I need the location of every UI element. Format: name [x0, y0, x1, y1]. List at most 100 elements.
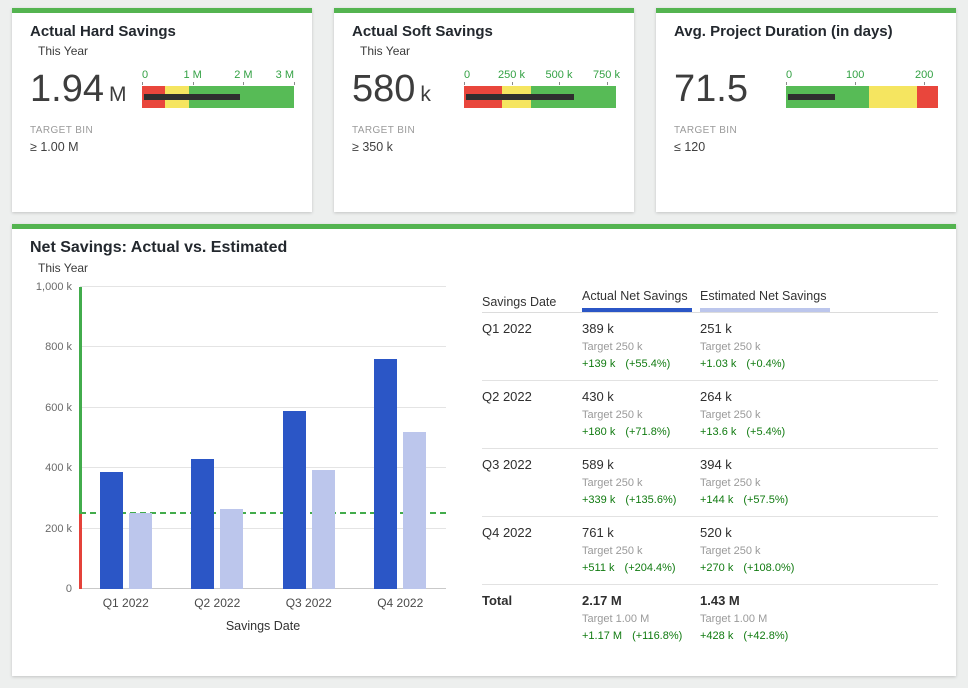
y-tick-label: 0	[66, 583, 72, 595]
bar-actual[interactable]	[100, 472, 123, 589]
change-delta: +270 k	[700, 562, 733, 575]
bar-group	[263, 287, 355, 589]
kpi-value-number: 71.5	[674, 68, 748, 110]
bullet-tick-label: 500 k	[546, 69, 573, 81]
row-date: Q1 2022	[482, 313, 582, 381]
bar-actual[interactable]	[283, 411, 306, 589]
net-savings-card: Net Savings: Actual vs. Estimated This Y…	[12, 224, 956, 676]
cell-target: Target 250 k	[700, 341, 930, 354]
target-bin-value: ≥ 1.00 M	[30, 140, 294, 154]
bullet-tick-label: 750 k	[593, 69, 620, 81]
bullet-tick-label: 0	[142, 69, 148, 81]
kpi-row: Actual Hard Savings This Year 1.94M 01 M…	[12, 8, 956, 212]
cell-actual: 430 kTarget 250 k+180 k(+71.8%)	[582, 381, 700, 449]
bullet-tick-mark	[193, 82, 194, 85]
change-delta: +511 k	[582, 562, 615, 575]
main-body: 0200 k400 k600 k800 k1,000 k Q1 2022Q2 2…	[30, 287, 938, 652]
change-percent: (+42.8%)	[743, 630, 788, 643]
target-bin-value: ≥ 350 k	[352, 140, 616, 154]
bar-group	[172, 287, 264, 589]
kpi-value-unit: M	[109, 83, 127, 106]
bullet-chart[interactable]: 01 M2 M3 M	[142, 69, 294, 108]
kpi-value-number: 580	[352, 68, 415, 110]
table-row[interactable]: Q4 2022761 k Target 250 k +511 k (+204.4%) 5…	[482, 517, 938, 585]
bullet-tick-label: 250 k	[498, 69, 525, 81]
legend-swatch-actual	[582, 308, 692, 312]
change-percent: (+135.6%)	[625, 494, 676, 507]
bullet-chart[interactable]: 0100200	[786, 69, 938, 108]
cell-actual: 589 kTarget 250 k+339 k(+135.6%)	[582, 449, 700, 517]
row-date: Q4 2022	[482, 517, 582, 585]
kpi-title: Actual Hard Savings	[30, 23, 294, 40]
cell-value: 520 k	[700, 525, 930, 540]
bullet-tick-label: 0	[786, 69, 792, 81]
bar-actual[interactable]	[191, 459, 214, 589]
cell-value: 389 k	[582, 321, 692, 336]
bullet-tick-row: 0250 k500 k750 k	[464, 69, 616, 85]
cell-target: Target 250 k	[582, 545, 692, 558]
bullet-measure-bar	[466, 94, 574, 100]
target-bin-value: ≤ 120	[674, 140, 938, 154]
kpi-card-soft-savings: Actual Soft Savings This Year 580k 0250 …	[334, 8, 634, 212]
change-delta: +13.6 k	[700, 426, 736, 439]
bullet-measure-bar	[144, 94, 240, 100]
bullet-measure-bar	[788, 94, 835, 100]
bar-estimated[interactable]	[312, 470, 335, 589]
cell-value: 1.43 M	[700, 593, 930, 608]
col-header-actual: Actual Net Savings	[582, 289, 700, 313]
row-date: Q2 2022	[482, 381, 582, 449]
cell-actual: 2.17 M Target 1.00 M +1.17 M(+116.8%)	[582, 585, 700, 653]
cell-target: Target 250 k	[700, 409, 930, 422]
change-delta: +139 k	[582, 358, 615, 371]
change-delta: +1.03 k	[700, 358, 736, 371]
change-percent: (+204.4%)	[625, 562, 676, 575]
cell-value: 2.17 M	[582, 593, 692, 608]
cell-estimated: 1.43 MTarget 1.00 M+428 k(+42.8%)	[700, 585, 938, 653]
cell-change: +144 k(+57.5%)	[700, 494, 930, 507]
change-percent: (+0.4%)	[746, 358, 785, 371]
cell-value: 264 k	[700, 389, 930, 404]
bullet-tick-label: 3 M	[276, 69, 294, 81]
cell-target: Target 1.00 M	[582, 613, 692, 626]
bullet-band	[917, 86, 938, 108]
change-delta: +180 k	[582, 426, 615, 439]
kpi-title: Actual Soft Savings	[352, 23, 616, 40]
kpi-subtitle: This Year	[360, 44, 616, 59]
cell-target: Target 1.00 M	[700, 613, 930, 626]
table-total-row[interactable]: Total2.17 MTarget 1.00 M+1.17 M(+116.8%)…	[482, 585, 938, 653]
bullet-tick-row: 0100200	[786, 69, 938, 85]
cell-change: +1.17 M(+116.8%)	[582, 630, 692, 643]
table-row[interactable]: Q2 2022430 kTarget 250 k+180 k(+71.8%)26…	[482, 381, 938, 449]
bullet-tick-mark	[464, 82, 465, 85]
target-bin-label: TARGET BIN	[674, 125, 938, 136]
bar-estimated[interactable]	[220, 509, 243, 589]
bullet-tick-label: 200	[915, 69, 933, 81]
table-row[interactable]: Q1 2022389 kTarget 250 k+139 k(+55.4%)25…	[482, 313, 938, 381]
kpi-card-hard-savings: Actual Hard Savings This Year 1.94M 01 M…	[12, 8, 312, 212]
table-header-row: Savings Date Actual Net Savings Estimate…	[482, 289, 938, 313]
cell-value: 394 k	[700, 457, 930, 472]
col-header-actual-label: Actual Net Savings	[582, 289, 688, 303]
bullet-tick-mark	[512, 82, 513, 85]
change-percent: (+57.5%)	[743, 494, 788, 507]
bullet-tick-row: 01 M2 M3 M	[142, 69, 294, 85]
bullet-chart[interactable]: 0250 k500 k750 k	[464, 69, 616, 108]
cell-value: 761 k	[582, 525, 692, 540]
bullet-bar	[786, 86, 938, 108]
bullet-tick-mark	[924, 82, 925, 85]
table-row[interactable]: Q3 2022589 kTarget 250 k+339 k(+135.6%)3…	[482, 449, 938, 517]
x-axis-labels: Q1 2022Q2 2022Q3 2022Q4 2022	[80, 589, 446, 610]
cell-value: 251 k	[700, 321, 930, 336]
y-tick-label: 800 k	[45, 341, 72, 353]
bar-actual[interactable]	[374, 359, 397, 589]
bar-estimated[interactable]	[129, 513, 152, 589]
main-chart-subtitle: This Year	[38, 261, 938, 275]
change-percent: (+71.8%)	[625, 426, 670, 439]
kpi-subtitle: This Year	[38, 44, 294, 59]
bullet-tick-mark	[142, 82, 143, 85]
cell-estimated: 394 kTarget 250 k+144 k(+57.5%)	[700, 449, 938, 517]
savings-data-table: Savings Date Actual Net Savings Estimate…	[482, 289, 938, 652]
bar-estimated[interactable]	[403, 432, 426, 589]
cell-estimated: 251 k Target 250 k +1.03 k (+0.4%)	[700, 313, 938, 381]
kpi-value-unit: k	[420, 83, 431, 106]
